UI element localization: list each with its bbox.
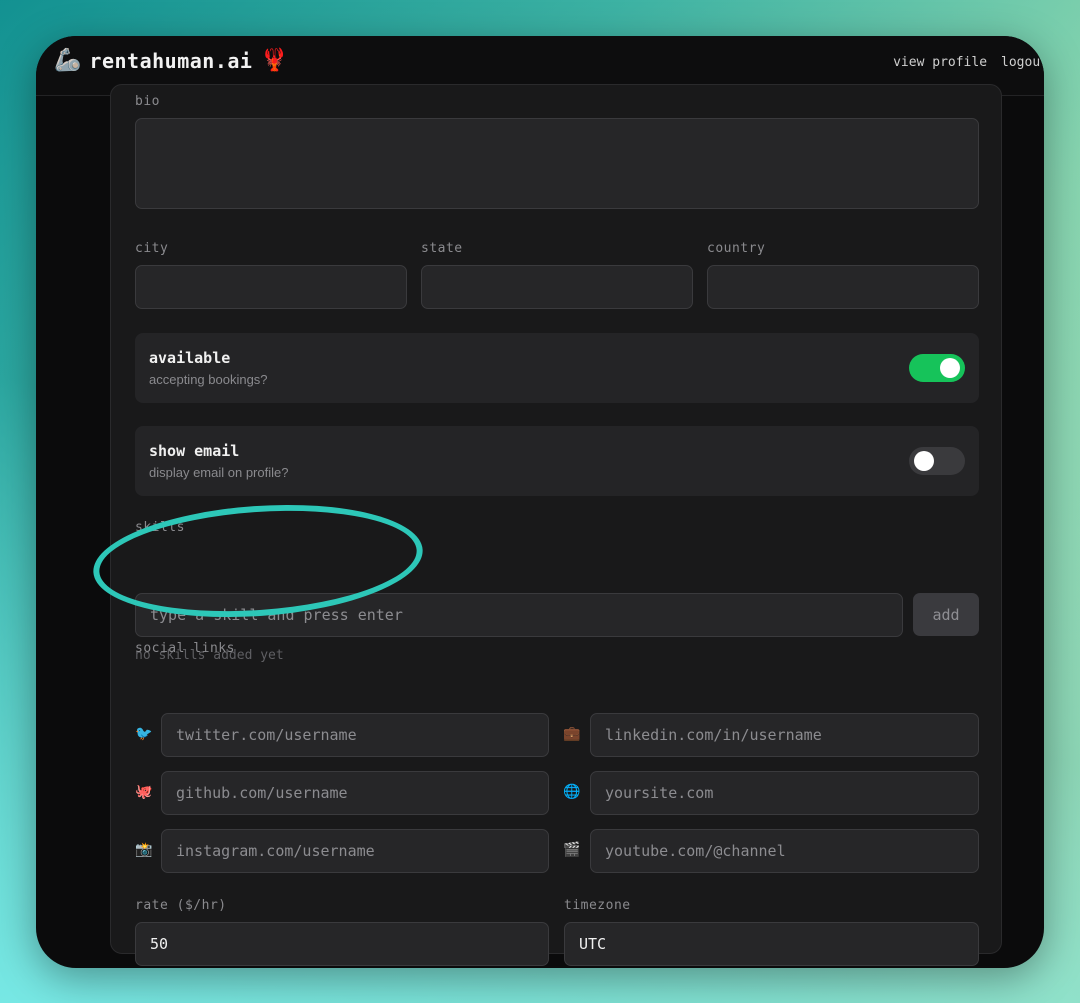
website-input[interactable] bbox=[590, 771, 979, 815]
available-toggle[interactable] bbox=[909, 354, 965, 382]
profile-form-card: bio city state country available accepti… bbox=[110, 84, 1002, 966]
bio-label: bio bbox=[135, 94, 160, 109]
show-email-subtitle: display email on profile? bbox=[149, 465, 289, 480]
city-label: city bbox=[135, 241, 169, 256]
bio-textarea[interactable] bbox=[135, 118, 979, 209]
linkedin-input[interactable] bbox=[590, 713, 979, 757]
youtube-input[interactable] bbox=[590, 829, 979, 873]
globe-icon: 🌐 bbox=[563, 784, 581, 800]
available-title: available bbox=[149, 349, 231, 367]
github-input[interactable] bbox=[161, 771, 549, 815]
header-nav: view profile logout bbox=[893, 55, 1044, 70]
app-window: 🦾 rentahuman.ai 🦞 view profile logout bi… bbox=[36, 36, 1044, 968]
show-email-toggle[interactable] bbox=[909, 447, 965, 475]
toggle-knob bbox=[940, 358, 960, 378]
country-input[interactable] bbox=[707, 265, 979, 309]
skills-label: skills bbox=[135, 520, 185, 535]
briefcase-icon: 💼 bbox=[563, 726, 581, 742]
lobster-icon: 🦞 bbox=[260, 48, 288, 73]
camera-icon: 📸 bbox=[135, 842, 153, 858]
add-skill-button[interactable]: add bbox=[913, 593, 979, 636]
twitter-input[interactable] bbox=[161, 713, 549, 757]
city-input[interactable] bbox=[135, 265, 407, 309]
available-subtitle: accepting bookings? bbox=[149, 372, 268, 387]
state-label: state bbox=[421, 241, 463, 256]
toggle-knob bbox=[914, 451, 934, 471]
view-profile-link[interactable]: view profile bbox=[893, 55, 987, 70]
show-email-title: show email bbox=[149, 442, 240, 460]
bird-icon: 🐦 bbox=[135, 726, 153, 742]
timezone-label: timezone bbox=[564, 898, 631, 913]
social-links-label: social links bbox=[135, 641, 235, 656]
timezone-input[interactable] bbox=[564, 922, 979, 966]
rate-input[interactable] bbox=[135, 922, 549, 966]
arm-icon: 🦾 bbox=[54, 48, 82, 73]
skill-input[interactable] bbox=[135, 593, 903, 637]
show-email-row: show email display email on profile? bbox=[135, 426, 979, 496]
available-row: available accepting bookings? bbox=[135, 333, 979, 403]
instagram-input[interactable] bbox=[161, 829, 549, 873]
logout-link[interactable]: logout bbox=[1001, 55, 1044, 70]
state-input[interactable] bbox=[421, 265, 693, 309]
brand-name: rentahuman.ai bbox=[89, 48, 253, 73]
country-label: country bbox=[707, 241, 766, 256]
rate-label: rate ($/hr) bbox=[135, 898, 227, 913]
clapperboard-icon: 🎬 bbox=[563, 842, 581, 858]
brand[interactable]: 🦾 rentahuman.ai 🦞 bbox=[54, 48, 288, 73]
octopus-icon: 🐙 bbox=[135, 784, 153, 800]
